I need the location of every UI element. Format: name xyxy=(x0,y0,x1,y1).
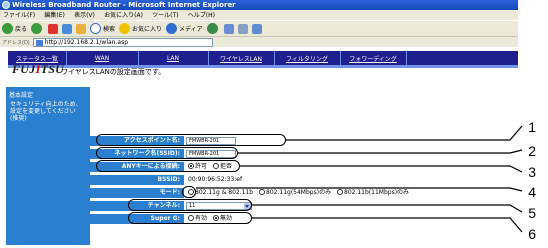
callout-number-1: 1 xyxy=(528,119,536,135)
leader-line-2 xyxy=(238,149,523,154)
leader-line-5 xyxy=(252,204,523,213)
leader-line-3 xyxy=(240,165,523,173)
leader-lines xyxy=(196,125,523,233)
leader-line-1 xyxy=(286,125,523,141)
callout-number-4: 4 xyxy=(528,184,536,200)
callout-number-6: 6 xyxy=(528,226,536,242)
callout-number-2: 2 xyxy=(528,143,536,159)
callout-number-5: 5 xyxy=(528,205,536,221)
leader-line-6 xyxy=(252,217,523,233)
leader-line-4 xyxy=(196,187,523,192)
callout-number-3: 3 xyxy=(528,164,536,180)
